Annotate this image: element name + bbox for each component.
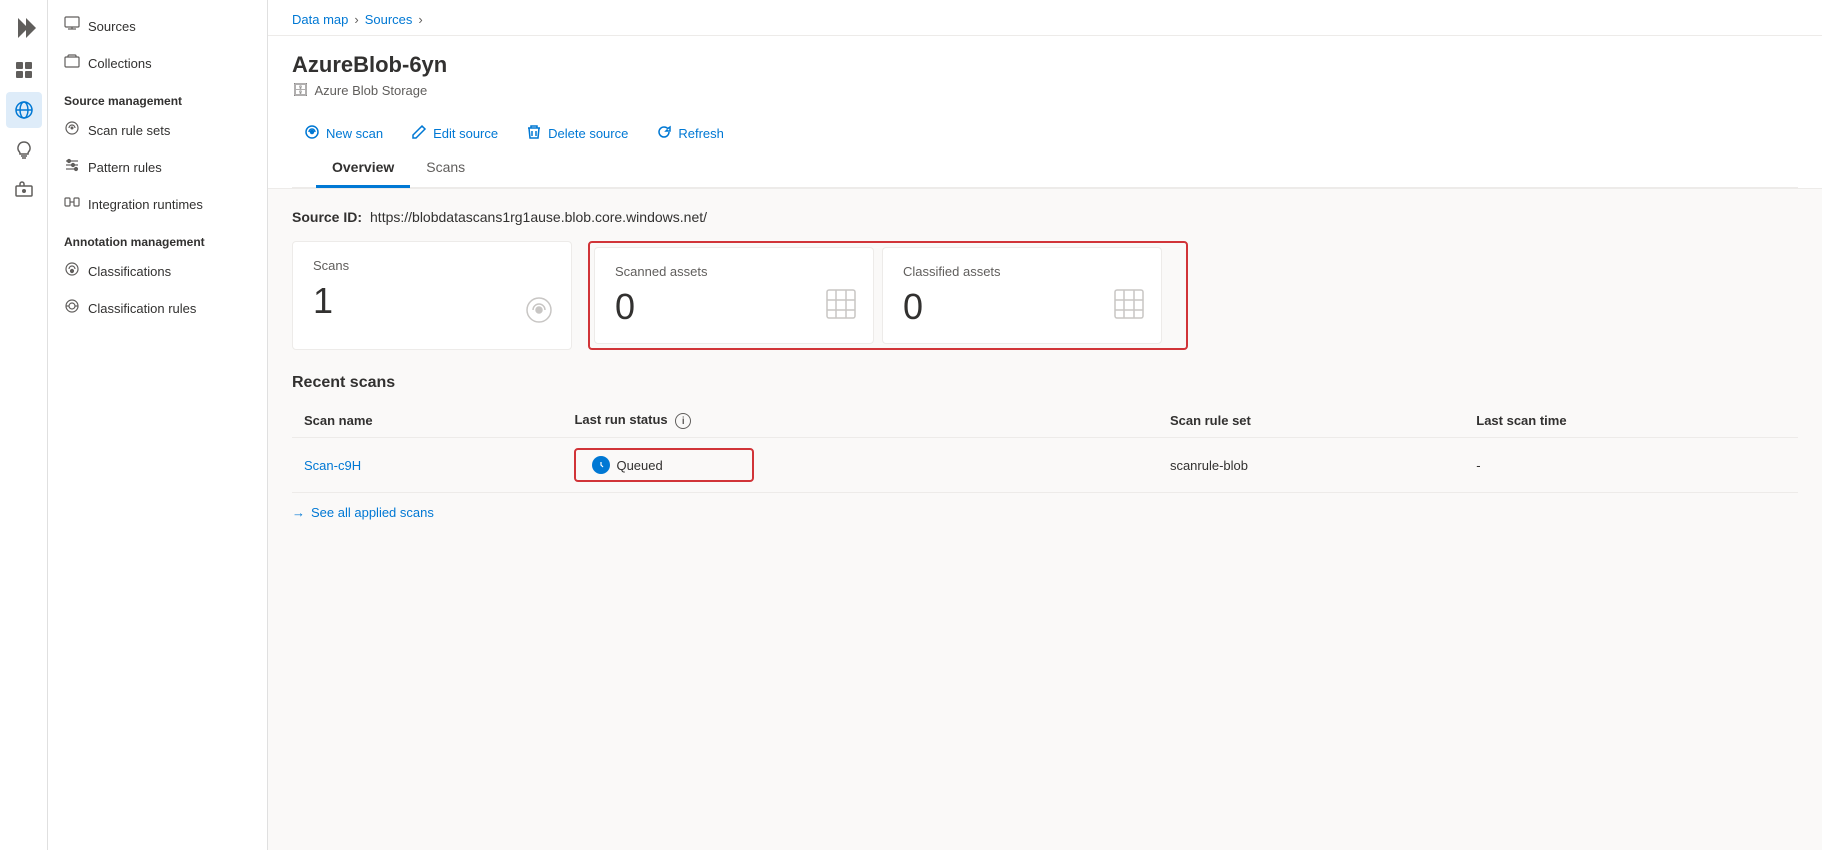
scans-card-title: Scans	[313, 258, 551, 273]
scan-rule-sets-icon	[64, 120, 80, 141]
breadcrumb: Data map › Sources ›	[268, 0, 1822, 36]
queued-status-label: Queued	[616, 458, 662, 473]
col-last-run-status: Last run status i	[562, 404, 1157, 438]
classification-rules-icon	[64, 298, 80, 319]
tab-overview[interactable]: Overview	[316, 149, 410, 188]
new-scan-button[interactable]: New scan	[292, 118, 395, 149]
toolbar: New scan Edit source Delete source Refre…	[292, 110, 1798, 149]
tabs: Overview Scans	[292, 149, 1798, 188]
sidebar: Sources Collections Source management Sc…	[48, 0, 268, 850]
new-scan-label: New scan	[326, 126, 383, 141]
see-all-arrow-icon: →	[292, 505, 305, 520]
table-row: Scan-c9H Queued	[292, 438, 1798, 493]
classified-assets-card-value: 0	[903, 287, 1141, 327]
last-run-status-info-icon[interactable]: i	[675, 413, 691, 429]
breadcrumb-sep-2: ›	[418, 12, 422, 27]
classifications-icon	[64, 261, 80, 282]
col-scan-name: Scan name	[292, 404, 562, 438]
delete-source-button[interactable]: Delete source	[514, 118, 640, 149]
source-id-value: https://blobdatascans1rg1ause.blob.core.…	[370, 209, 707, 225]
edit-source-label: Edit source	[433, 126, 498, 141]
annotation-management-section-label: Annotation management	[48, 223, 267, 253]
management-nav-icon[interactable]	[6, 172, 42, 208]
page-title: AzureBlob-6yn	[292, 52, 1798, 78]
sidebar-item-classification-rules[interactable]: Classification rules	[48, 290, 267, 327]
refresh-icon	[656, 124, 672, 143]
blob-storage-icon: 🗄	[292, 82, 309, 98]
status-queued: Queued	[592, 456, 720, 474]
main-content: Data map › Sources › AzureBlob-6yn 🗄 Azu…	[268, 0, 1822, 850]
scanned-assets-card-title: Scanned assets	[615, 264, 853, 279]
sidebar-item-sources[interactable]: Sources	[48, 8, 267, 45]
highlighted-stats-box: Scanned assets 0 Classified assets 0	[588, 241, 1188, 350]
classified-assets-card-icon	[1113, 288, 1145, 327]
icon-rail	[0, 0, 48, 850]
sidebar-item-scan-rule-sets-label: Scan rule sets	[88, 123, 170, 138]
refresh-label: Refresh	[678, 126, 724, 141]
scans-card-icon	[523, 294, 555, 333]
sidebar-item-classifications-label: Classifications	[88, 264, 171, 279]
sidebar-item-integration-runtimes-label: Integration runtimes	[88, 197, 203, 212]
breadcrumb-sep-1: ›	[354, 12, 358, 27]
last-run-status-cell: Queued	[562, 438, 1157, 493]
edit-source-button[interactable]: Edit source	[399, 118, 510, 149]
col-scan-rule-set: Scan rule set	[1158, 404, 1464, 438]
delete-source-icon	[526, 124, 542, 143]
delete-source-label: Delete source	[548, 126, 628, 141]
page-subtitle-text: Azure Blob Storage	[315, 83, 428, 98]
sidebar-item-integration-runtimes[interactable]: Integration runtimes	[48, 186, 267, 223]
scans-card-value: 1	[313, 281, 551, 321]
sources-icon	[64, 16, 80, 37]
sidebar-item-sources-label: Sources	[88, 19, 136, 34]
source-id-row: Source ID: https://blobdatascans1rg1ause…	[292, 209, 1798, 225]
breadcrumb-sources[interactable]: Sources	[365, 12, 413, 27]
collections-icon	[64, 53, 80, 74]
page-header: AzureBlob-6yn 🗄 Azure Blob Storage New s…	[268, 36, 1822, 189]
source-id-label: Source ID:	[292, 209, 362, 225]
sidebar-item-pattern-rules[interactable]: Pattern rules	[48, 149, 267, 186]
refresh-button[interactable]: Refresh	[644, 118, 736, 149]
queued-status-icon	[592, 456, 610, 474]
integration-runtimes-icon	[64, 194, 80, 215]
sidebar-item-classifications[interactable]: Classifications	[48, 253, 267, 290]
last-scan-time-cell: -	[1464, 438, 1798, 493]
sidebar-item-collections-label: Collections	[88, 56, 152, 71]
scans-stat-card: Scans 1	[292, 241, 572, 350]
col-last-scan-time: Last scan time	[1464, 404, 1798, 438]
breadcrumb-data-map[interactable]: Data map	[292, 12, 348, 27]
content-area: Source ID: https://blobdatascans1rg1ause…	[268, 189, 1822, 540]
scan-name-link[interactable]: Scan-c9H	[304, 458, 361, 473]
page-subtitle: 🗄 Azure Blob Storage	[292, 82, 1798, 98]
data-map-nav-icon[interactable]	[6, 92, 42, 128]
new-scan-icon	[304, 124, 320, 143]
edit-source-icon	[411, 124, 427, 143]
scanned-assets-stat-card: Scanned assets 0	[594, 247, 874, 344]
scan-rule-set-cell: scanrule-blob	[1158, 438, 1464, 493]
data-catalog-nav-icon[interactable]	[6, 52, 42, 88]
scan-name-cell: Scan-c9H	[292, 438, 562, 493]
sidebar-item-pattern-rules-label: Pattern rules	[88, 160, 162, 175]
source-management-section-label: Source management	[48, 82, 267, 112]
tab-scans[interactable]: Scans	[410, 149, 481, 188]
expand-collapse-button[interactable]	[8, 12, 40, 44]
insights-nav-icon[interactable]	[6, 132, 42, 168]
stats-row: Scans 1 Scanned assets 0 Classified asse…	[292, 241, 1798, 350]
scans-table: Scan name Last run status i Scan rule se…	[292, 404, 1798, 494]
pattern-rules-icon	[64, 157, 80, 178]
sidebar-item-collections[interactable]: Collections	[48, 45, 267, 82]
sidebar-item-scan-rule-sets[interactable]: Scan rule sets	[48, 112, 267, 149]
scanned-assets-card-value: 0	[615, 287, 853, 327]
classified-assets-stat-card: Classified assets 0	[882, 247, 1162, 344]
sidebar-item-classification-rules-label: Classification rules	[88, 301, 196, 316]
classified-assets-card-title: Classified assets	[903, 264, 1141, 279]
see-all-scans-link[interactable]: → See all applied scans	[292, 505, 1798, 520]
scanned-assets-card-icon	[825, 288, 857, 327]
recent-scans-title: Recent scans	[292, 374, 1798, 392]
recent-scans-section: Recent scans Scan name Last run status i…	[292, 374, 1798, 521]
